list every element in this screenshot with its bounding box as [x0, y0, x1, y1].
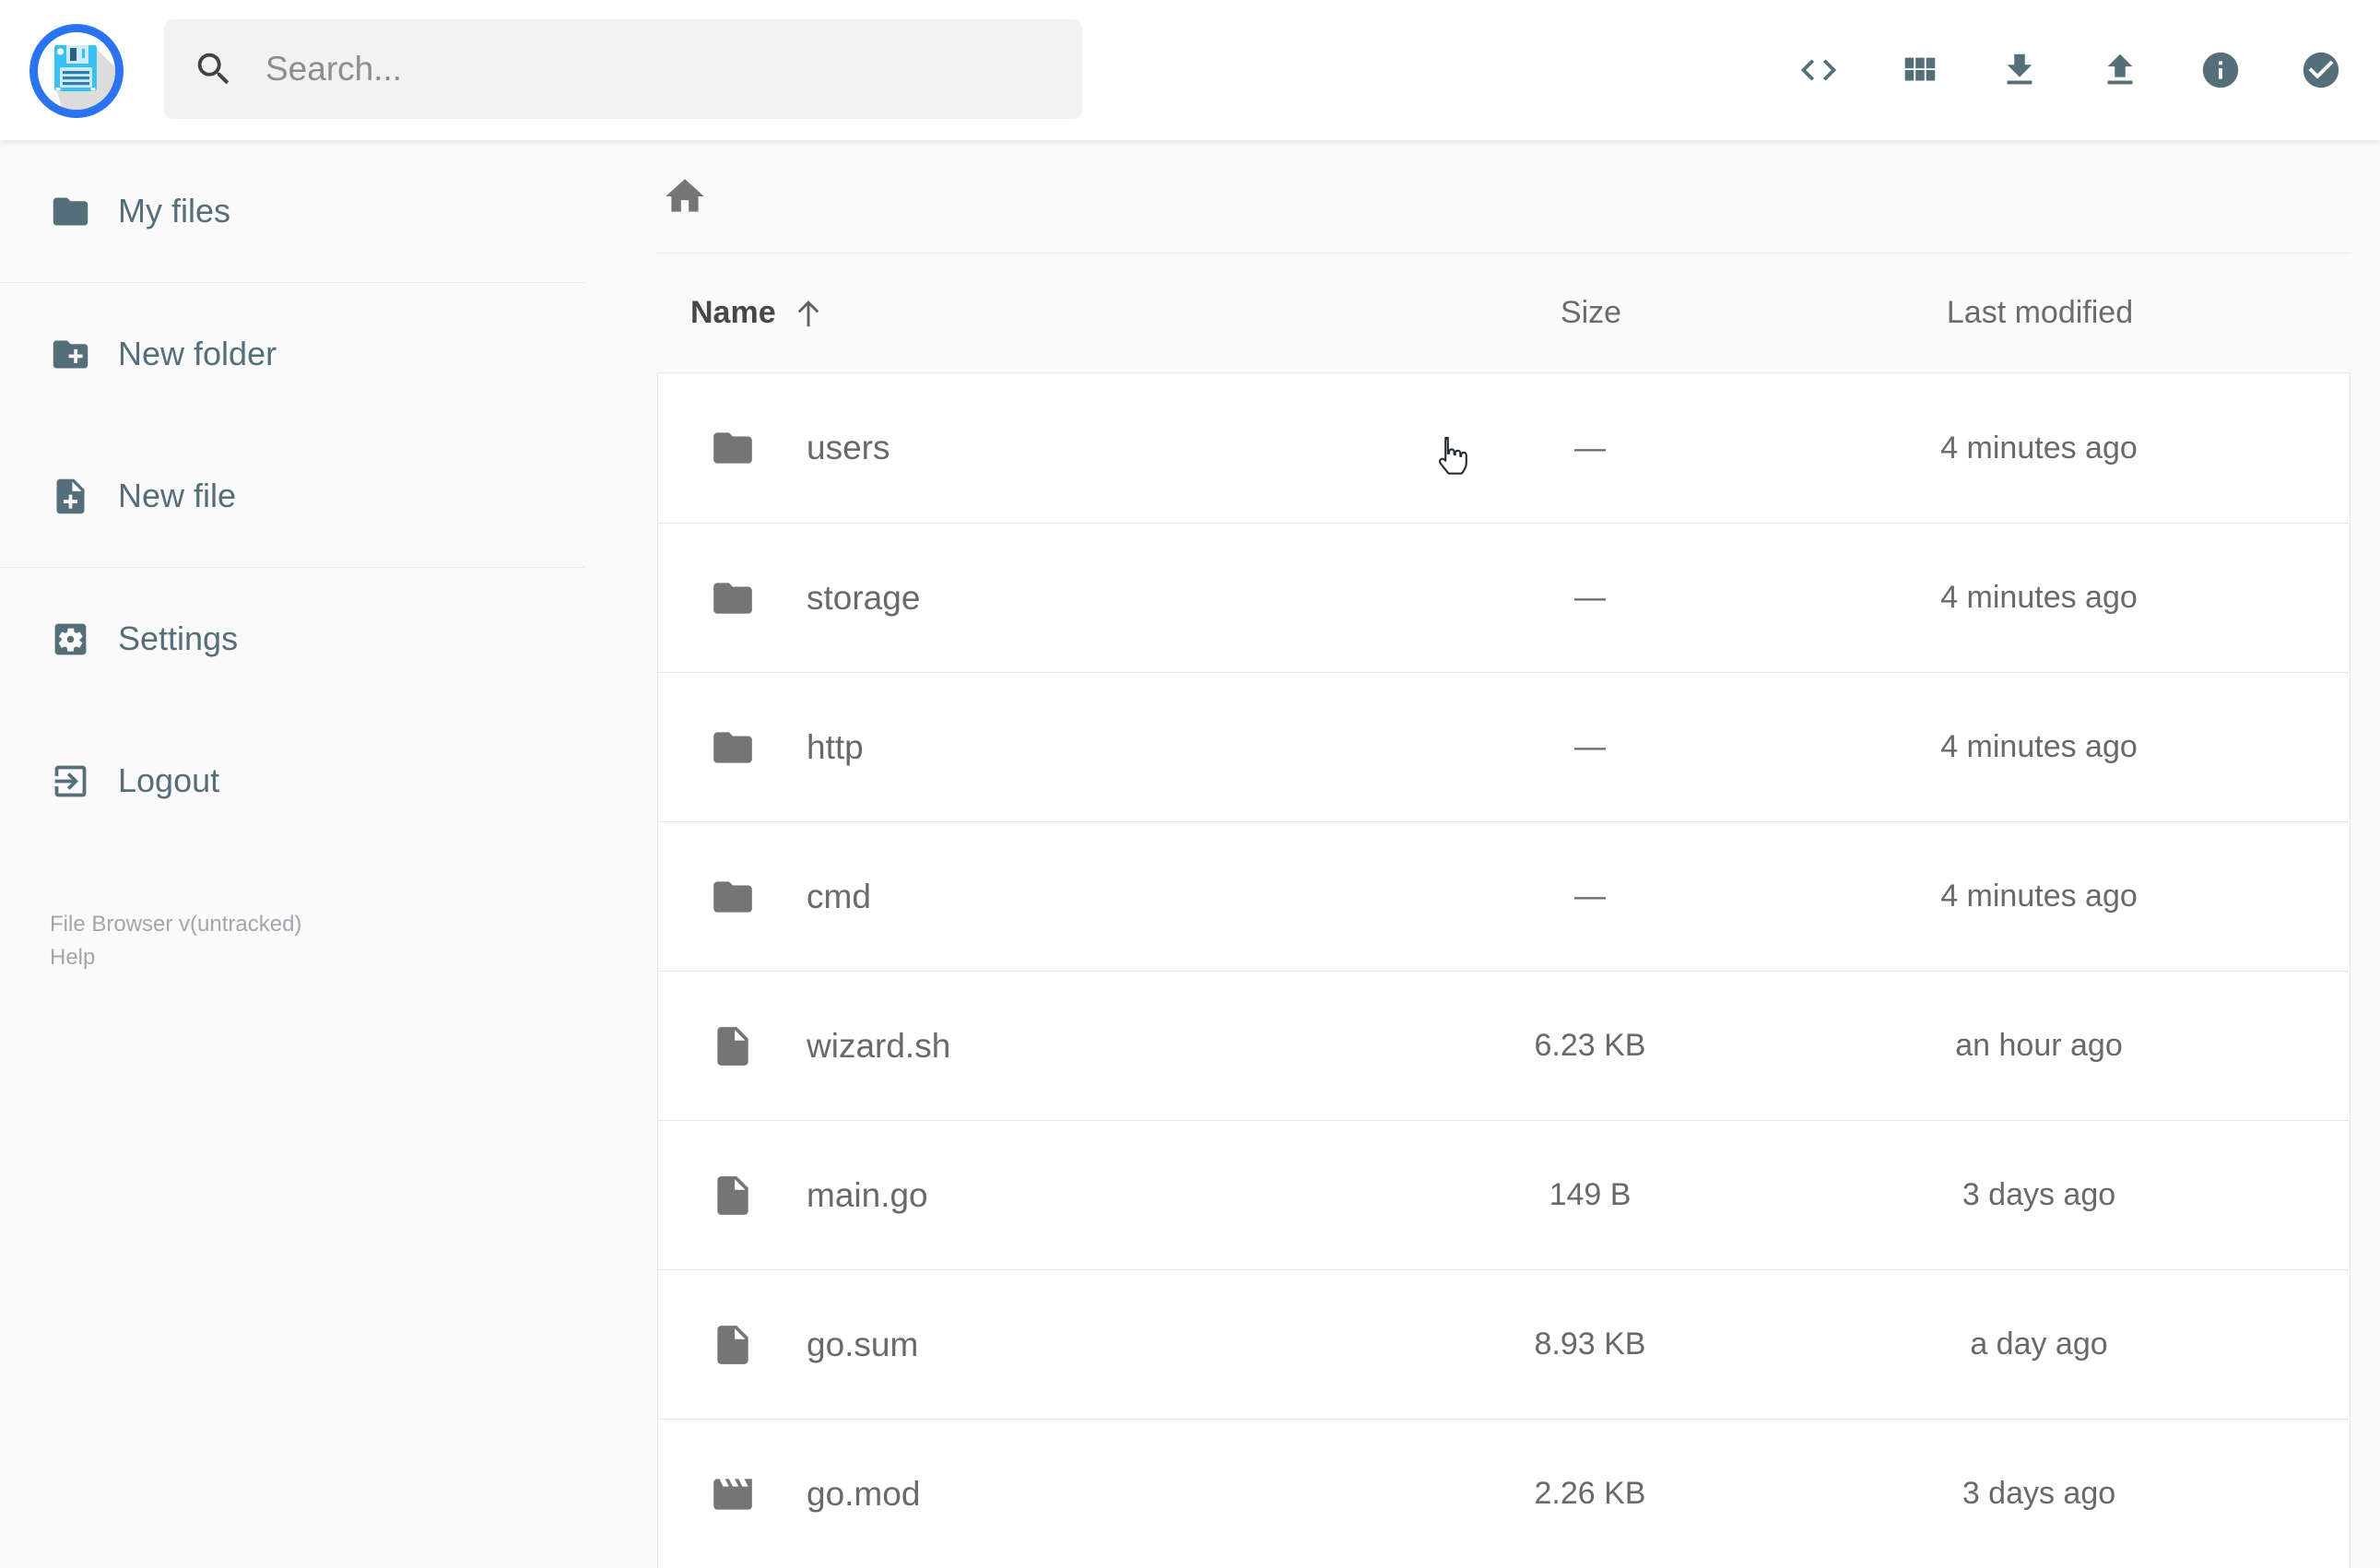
- file-name: go.mod: [807, 1474, 921, 1513]
- upload-icon: [2107, 53, 2133, 85]
- file-icon: [717, 1325, 748, 1364]
- app-logo[interactable]: [29, 23, 124, 119]
- sidebar-item-label: New folder: [118, 335, 277, 372]
- code-icon: [1800, 59, 1837, 81]
- upload-button[interactable]: [2099, 49, 2141, 91]
- breadcrumb-home-button[interactable]: [659, 171, 711, 222]
- file-name: users: [807, 429, 890, 466]
- logout-icon: [54, 765, 87, 796]
- folder-plus-icon: [53, 340, 88, 368]
- download-button[interactable]: [1998, 49, 2041, 91]
- file-icon: [717, 1026, 748, 1066]
- file-row[interactable]: cmd — 4 minutes ago: [658, 821, 2350, 971]
- search-icon: [197, 53, 230, 85]
- column-header-modified[interactable]: Last modified: [1729, 295, 2351, 331]
- file-listing: users — 4 minutes ago storage — 4 minute…: [657, 372, 2351, 1568]
- file-name-cell: cmd: [658, 874, 1452, 920]
- file-name-cell: go.mod: [658, 1471, 1452, 1517]
- file-name-cell: storage: [658, 575, 1452, 621]
- shell-toggle-button[interactable]: [1797, 49, 1840, 91]
- file-name: main.go: [807, 1175, 928, 1214]
- file-row[interactable]: go.sum 8.93 KB a day ago: [658, 1269, 2350, 1419]
- file-size: —: [1574, 430, 1606, 466]
- file-row[interactable]: http — 4 minutes ago: [658, 672, 2350, 821]
- gear-icon: [54, 623, 87, 654]
- file-name-cell: main.go: [658, 1173, 1452, 1219]
- sidebar-item-my-files[interactable]: My files: [0, 140, 584, 282]
- file-modified: 3 days ago: [1962, 1177, 2116, 1212]
- file-size: 149 B: [1549, 1177, 1632, 1212]
- sidebar-item-logout[interactable]: Logout: [0, 710, 584, 852]
- file-modified: 4 minutes ago: [1940, 580, 2138, 615]
- help-link[interactable]: Help: [50, 941, 95, 974]
- sidebar-item-label: New file: [118, 477, 237, 514]
- sidebar-footer: File Browser v(untracked) Help: [50, 908, 301, 974]
- listing-header: Name Size Last modified: [657, 253, 2351, 372]
- sidebar: My files New folder New file Settings Lo…: [0, 140, 584, 852]
- file-modified: 4 minutes ago: [1940, 729, 2138, 764]
- file-icon: [717, 1175, 748, 1215]
- file-row[interactable]: go.mod 2.26 KB 3 days ago: [658, 1419, 2350, 1568]
- info-button[interactable]: [2199, 49, 2242, 91]
- column-header-name[interactable]: Name: [657, 295, 1453, 331]
- file-size: —: [1574, 878, 1606, 914]
- sidebar-item-new-folder[interactable]: New folder: [0, 283, 584, 425]
- file-size: 6.23 KB: [1534, 1028, 1646, 1063]
- file-modified: an hour ago: [1955, 1028, 2123, 1063]
- file-name-cell: http: [658, 725, 1452, 771]
- sidebar-item-label: My files: [118, 192, 231, 230]
- file-name: cmd: [807, 877, 871, 915]
- file-size: —: [1574, 580, 1606, 615]
- folder-icon: [713, 880, 752, 913]
- file-size: 8.93 KB: [1534, 1326, 1646, 1362]
- grid-view-icon: [1904, 57, 1936, 81]
- file-plus-icon: [56, 478, 85, 513]
- file-modified: 4 minutes ago: [1940, 878, 2138, 914]
- file-modified: 4 minutes ago: [1940, 430, 2138, 466]
- file-row[interactable]: users — 4 minutes ago: [658, 373, 2350, 523]
- column-header-size[interactable]: Size: [1453, 295, 1729, 331]
- arrow-up-icon: [797, 300, 819, 326]
- search-placeholder: Search...: [265, 50, 403, 88]
- floppy-disk-icon: [29, 24, 124, 118]
- check-circle-icon: [2303, 52, 2339, 88]
- folder-icon: [713, 582, 752, 614]
- file-modified: a day ago: [1970, 1326, 2108, 1362]
- movie-icon: [713, 1478, 752, 1510]
- select-multiple-button[interactable]: [2300, 49, 2342, 91]
- sidebar-item-settings[interactable]: Settings: [0, 568, 584, 710]
- header: Search...: [0, 0, 2380, 140]
- file-size: 2.26 KB: [1534, 1476, 1646, 1511]
- file-name: storage: [807, 578, 921, 617]
- breadcrumb: [657, 140, 2351, 253]
- sidebar-item-label: Settings: [118, 619, 239, 657]
- file-modified: 3 days ago: [1962, 1476, 2116, 1511]
- main-content: Name Size Last modified users — 4 minute…: [657, 140, 2351, 1568]
- file-row[interactable]: main.go 149 B 3 days ago: [658, 1120, 2350, 1269]
- sidebar-item-label: Logout: [118, 761, 220, 799]
- download-icon: [2007, 53, 2032, 85]
- file-row[interactable]: wizard.sh 6.23 KB an hour ago: [658, 971, 2350, 1120]
- folder-icon: [53, 197, 88, 225]
- search-bar[interactable]: Search...: [164, 19, 1082, 119]
- home-icon: [666, 179, 704, 212]
- file-name-cell: users: [658, 425, 1452, 471]
- file-name: wizard.sh: [807, 1026, 951, 1065]
- file-name: http: [807, 727, 864, 766]
- file-name: go.sum: [807, 1325, 919, 1363]
- header-actions: [1797, 0, 2342, 140]
- info-icon: [2202, 52, 2239, 88]
- file-name-cell: wizard.sh: [658, 1023, 1452, 1069]
- switch-view-button[interactable]: [1898, 49, 1940, 91]
- file-size: —: [1574, 729, 1606, 764]
- file-name-cell: go.sum: [658, 1322, 1452, 1368]
- sidebar-item-new-file[interactable]: New file: [0, 425, 584, 567]
- file-row[interactable]: storage — 4 minutes ago: [658, 523, 2350, 672]
- folder-icon: [713, 432, 752, 464]
- app-version: File Browser v(untracked): [50, 912, 302, 937]
- folder-icon: [713, 731, 752, 763]
